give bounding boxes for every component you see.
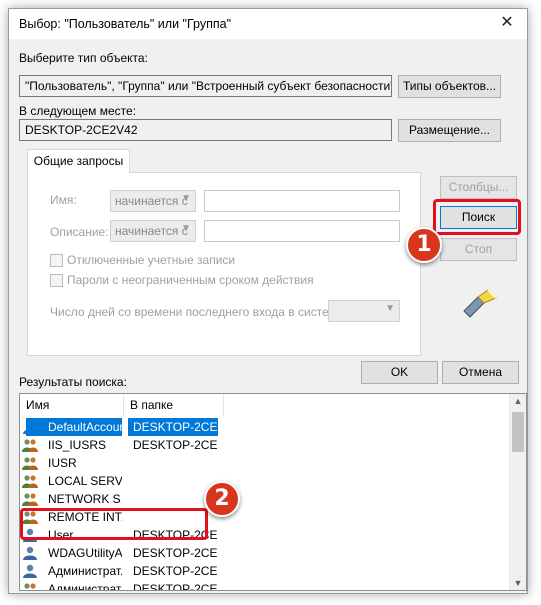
row-folder: DESKTOP-2CE... bbox=[133, 582, 218, 591]
vertical-scrollbar[interactable]: ▲ ▼ bbox=[509, 394, 526, 590]
object-types-button[interactable]: Типы объектов... bbox=[398, 75, 501, 98]
table-row[interactable]: IIS_IUSRS DESKTOP-2CE... bbox=[20, 436, 220, 454]
close-icon[interactable]: ✕ bbox=[497, 13, 517, 33]
row-name: WDAGUtilityA... bbox=[48, 546, 122, 560]
search-results-label: Результаты поиска: bbox=[19, 375, 127, 389]
description-combo-value: начинается с bbox=[115, 224, 188, 238]
chevron-down-icon: ▼ bbox=[181, 193, 191, 204]
chevron-down-icon: ▼ bbox=[385, 303, 395, 314]
user-row-highlight bbox=[20, 508, 208, 540]
cancel-button[interactable]: Отмена bbox=[442, 361, 519, 384]
row-name: NETWORK S... bbox=[48, 492, 122, 506]
row-folder: DESKTOP-2CE... bbox=[133, 438, 218, 452]
row-name: IIS_IUSRS bbox=[48, 438, 107, 452]
chevron-down-icon: ▼ bbox=[181, 223, 191, 234]
row-folder bbox=[128, 472, 218, 490]
dialog-window: Выбор: "Пользователь" или "Группа" ✕ Выб… bbox=[8, 8, 528, 594]
ok-button[interactable]: OK bbox=[361, 361, 438, 384]
window-title: Выбор: "Пользователь" или "Группа" bbox=[19, 17, 232, 31]
row-folder bbox=[128, 454, 218, 472]
nonexpiring-passwords-checkbox[interactable] bbox=[50, 274, 63, 287]
table-row[interactable]: NETWORK S... bbox=[20, 490, 220, 508]
scroll-down-icon[interactable]: ▼ bbox=[510, 578, 526, 588]
stop-button[interactable]: Стоп bbox=[440, 238, 517, 261]
days-combo[interactable]: ▼ bbox=[328, 300, 400, 322]
results-list[interactable]: Имя В папке DefaultAccount DESKTOP-2CE..… bbox=[19, 393, 527, 591]
table-row[interactable]: Администрат... DESKTOP-2CE... bbox=[20, 580, 220, 591]
title-bar: Выбор: "Пользователь" или "Группа" ✕ bbox=[9, 9, 527, 39]
tab-common-queries[interactable]: Общие запросы bbox=[27, 149, 130, 173]
search-flashlight-icon bbox=[463, 289, 497, 318]
table-row[interactable]: LOCAL SERV... bbox=[20, 472, 220, 490]
disabled-accounts-label: Отключенные учетные записи bbox=[67, 253, 236, 267]
table-row[interactable]: DefaultAccount DESKTOP-2CE... bbox=[20, 418, 220, 436]
object-type-field: "Пользователь", "Группа" или "Встроенный… bbox=[19, 75, 392, 97]
description-combo[interactable]: начинается с ▼ bbox=[110, 220, 196, 242]
step-1-badge: 1 bbox=[406, 227, 442, 263]
name-label: Имя: bbox=[50, 193, 77, 207]
column-header-folder[interactable]: В папке bbox=[124, 394, 224, 416]
description-input[interactable] bbox=[204, 220, 400, 242]
name-combo-value: начинается с bbox=[115, 194, 188, 208]
row-name: Администрат... bbox=[48, 564, 122, 578]
scroll-up-icon[interactable]: ▲ bbox=[510, 396, 526, 406]
columns-button[interactable]: Столбцы... bbox=[440, 176, 517, 199]
scrollbar-thumb[interactable] bbox=[512, 412, 524, 452]
row-name: IUSR bbox=[48, 456, 77, 470]
search-button-highlight bbox=[433, 199, 521, 235]
row-folder: DESKTOP-2CE... bbox=[128, 418, 218, 436]
step-2-badge: 2 bbox=[204, 481, 240, 517]
row-name: LOCAL SERV... bbox=[48, 474, 122, 488]
row-name: Администрат... bbox=[48, 582, 122, 591]
common-queries-panel: Имя: начинается с ▼ Описание: начинается… bbox=[27, 172, 421, 356]
object-type-label: Выберите тип объекта: bbox=[19, 51, 148, 65]
description-label: Описание: bbox=[50, 225, 109, 239]
table-row[interactable]: IUSR bbox=[20, 454, 220, 472]
row-folder: DESKTOP-2CE... bbox=[133, 546, 218, 560]
name-combo[interactable]: начинается с ▼ bbox=[110, 190, 196, 212]
days-since-logon-label: Число дней со времени последнего входа в… bbox=[50, 305, 347, 319]
table-row[interactable]: WDAGUtilityA... DESKTOP-2CE... bbox=[20, 544, 220, 562]
location-label: В следующем месте: bbox=[19, 104, 137, 118]
table-row[interactable]: Администрат... DESKTOP-2CE... bbox=[20, 562, 220, 580]
name-input[interactable] bbox=[204, 190, 400, 212]
nonexpiring-passwords-label: Пароли с неограниченным сроком действия bbox=[67, 273, 314, 287]
row-name: DefaultAccount bbox=[26, 418, 122, 436]
disabled-accounts-checkbox[interactable] bbox=[50, 254, 63, 267]
column-header-name[interactable]: Имя bbox=[20, 394, 124, 416]
row-folder: DESKTOP-2CE... bbox=[133, 564, 218, 578]
location-field: DESKTOP-2CE2V42 bbox=[19, 119, 392, 141]
locations-button[interactable]: Размещение... bbox=[398, 119, 501, 142]
